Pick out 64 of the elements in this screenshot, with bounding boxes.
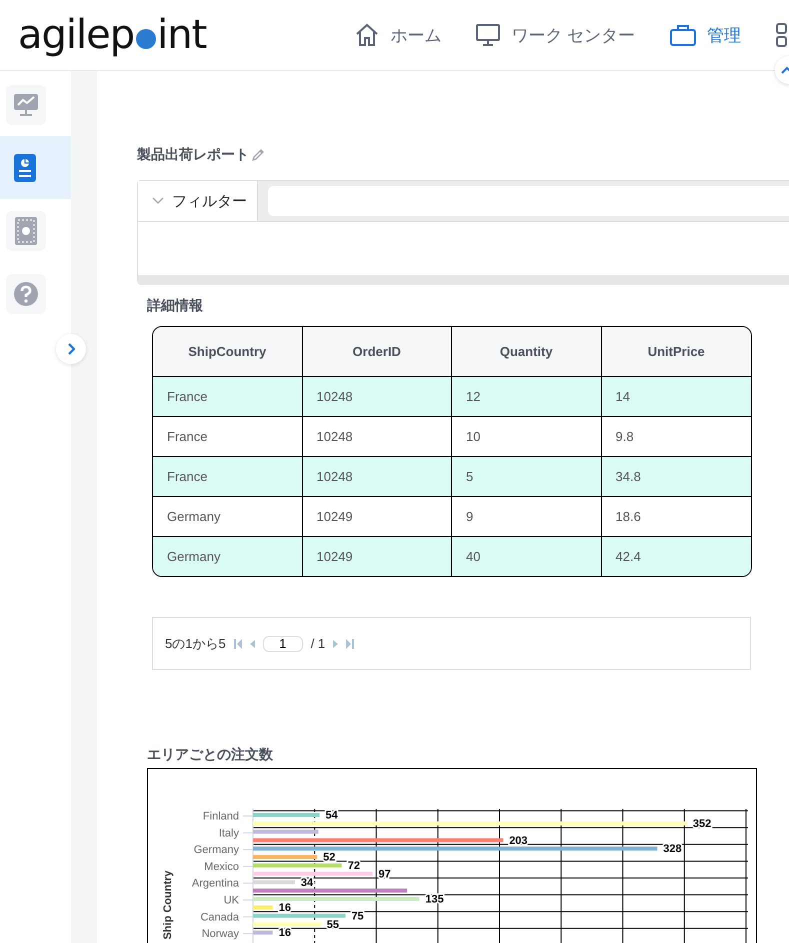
table-cell: 10248 (302, 377, 452, 417)
axis-label: Finland (202, 810, 239, 822)
axis-label: Germany (194, 844, 239, 856)
page-total: / 1 (310, 636, 326, 651)
data-label: 16 (278, 927, 291, 940)
data-label: 52 (323, 852, 336, 864)
home-icon (354, 22, 380, 48)
report-icon (14, 154, 36, 182)
first-page-icon[interactable] (234, 638, 242, 648)
table-cell: France (153, 377, 302, 417)
table-cell: 14 (602, 377, 751, 417)
next-page-icon[interactable] (333, 640, 338, 648)
pager-summary: 5の1から5 (165, 634, 226, 652)
chevron-right-icon (67, 343, 75, 355)
table-cell: 12 (452, 377, 602, 417)
column-header[interactable]: Quantity (452, 327, 602, 377)
data-label: 75 (351, 910, 364, 922)
table-cell: 10248 (302, 457, 452, 497)
axis-label: Norway (202, 928, 239, 940)
data-label: 55 (326, 918, 340, 931)
table-cell: France (153, 457, 302, 497)
pencil-icon[interactable] (251, 148, 265, 162)
table-cell: Germany (153, 537, 302, 576)
data-label: 203 (509, 834, 528, 847)
sidebar-item[interactable] (0, 136, 71, 199)
data-label: 328 (663, 843, 682, 856)
table-cell: 10249 (302, 537, 452, 576)
column-header[interactable]: OrderID (302, 327, 452, 377)
table-cell: 34.8 (602, 457, 751, 497)
chart-monitor-icon (13, 92, 39, 118)
data-label: 97 (378, 868, 391, 880)
axis-label: Mexico (204, 860, 239, 873)
page-input[interactable]: 1 (262, 636, 303, 652)
last-page-icon[interactable] (346, 638, 354, 648)
briefcase-icon (669, 23, 697, 47)
previous-page-icon[interactable] (250, 640, 255, 648)
data-label: 34 (300, 876, 314, 889)
data-label: 352 (692, 818, 712, 830)
help-icon (13, 280, 39, 306)
nav-item[interactable]: ワーク センター (475, 22, 635, 48)
expand-button[interactable] (56, 334, 86, 364)
column-header[interactable]: ShipCountry (153, 327, 302, 377)
axis-label: Argentina (192, 878, 239, 890)
axis-title: Ship Country (162, 870, 174, 940)
report-title: 製品出荷レポート (137, 146, 249, 164)
nav-item[interactable]: ホーム (354, 22, 442, 48)
data-label: 16 (278, 902, 291, 914)
column-header[interactable]: UnitPrice (602, 327, 751, 377)
filter-toggle[interactable]: フィルター (138, 181, 258, 221)
chevron-down-icon (152, 197, 164, 205)
chart-title: エリアごとの注文数 (147, 746, 274, 764)
axis-label: UK (224, 894, 239, 906)
logo[interactable]: agilep int (18, 15, 206, 55)
monitor-icon (475, 22, 502, 48)
section-title: 詳細情報 (147, 297, 204, 315)
data-label: 72 (348, 860, 360, 872)
dashboard-icon (15, 216, 37, 244)
axis-label: Canada (200, 911, 239, 924)
nav-item[interactable]: 管理 (669, 23, 741, 47)
axis-label: Italy (218, 827, 239, 840)
table-cell: 42.4 (602, 537, 751, 576)
data-label: 54 (326, 810, 338, 822)
table-cell: 40 (452, 537, 602, 576)
table-cell: 5 (452, 457, 602, 497)
